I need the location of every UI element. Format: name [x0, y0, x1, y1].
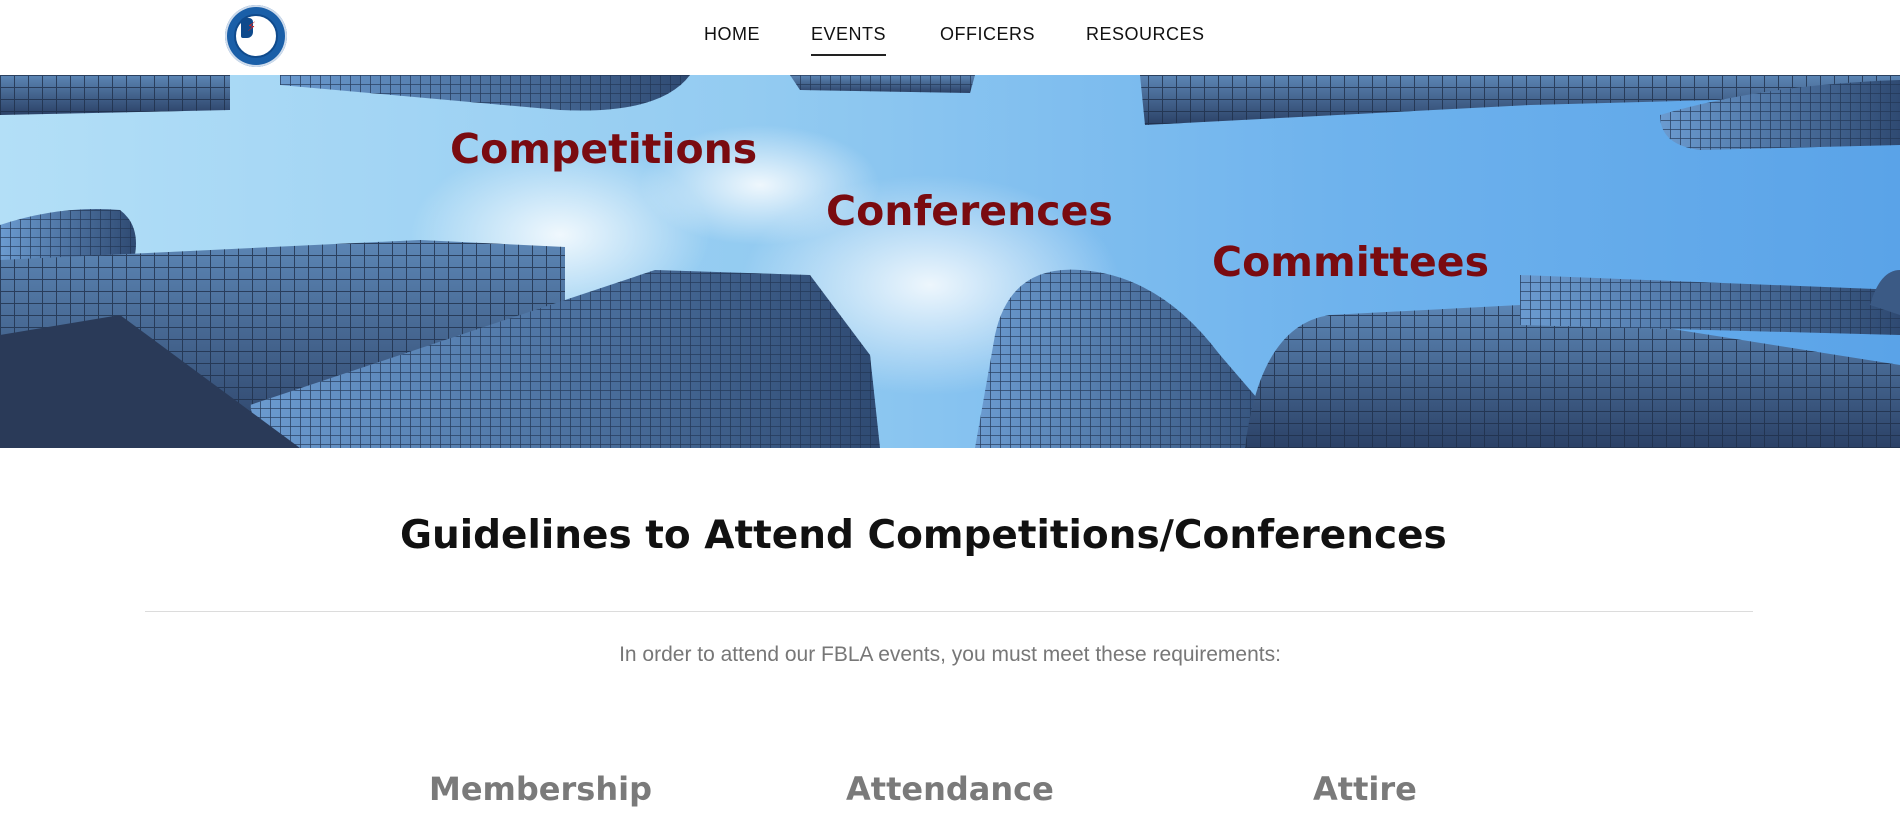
nav-item-officers[interactable]: OFFICERS — [940, 24, 1035, 50]
nav-item-resources[interactable]: RESOURCES — [1086, 24, 1205, 50]
nav-item-home[interactable]: HOME — [704, 24, 760, 50]
attire-column-heading: Attire — [1313, 770, 1417, 808]
hero-banner: Competitions Conferences Committees — [0, 75, 1900, 448]
main-menu: HOME EVENTS OFFICERS RESOURCES — [0, 0, 1900, 75]
attendance-column-heading: Attendance — [846, 770, 1054, 808]
hero-conferences-heading: Conferences — [826, 187, 1113, 235]
nav-item-events[interactable]: EVENTS — [811, 24, 887, 56]
section-divider — [145, 611, 1753, 612]
skyscraper-background-image — [0, 75, 1900, 448]
requirements-intro-text: In order to attend our FBLA events, you … — [619, 643, 1281, 666]
page-title: Guidelines to Attend Competitions/Confer… — [400, 513, 1447, 558]
top-navigation: ⚡ HOME EVENTS OFFICERS RESOURCES — [0, 0, 1900, 75]
membership-column-heading: Membership — [429, 770, 652, 808]
hero-committees-heading: Committees — [1212, 238, 1489, 286]
hero-competitions-heading: Competitions — [450, 125, 758, 173]
